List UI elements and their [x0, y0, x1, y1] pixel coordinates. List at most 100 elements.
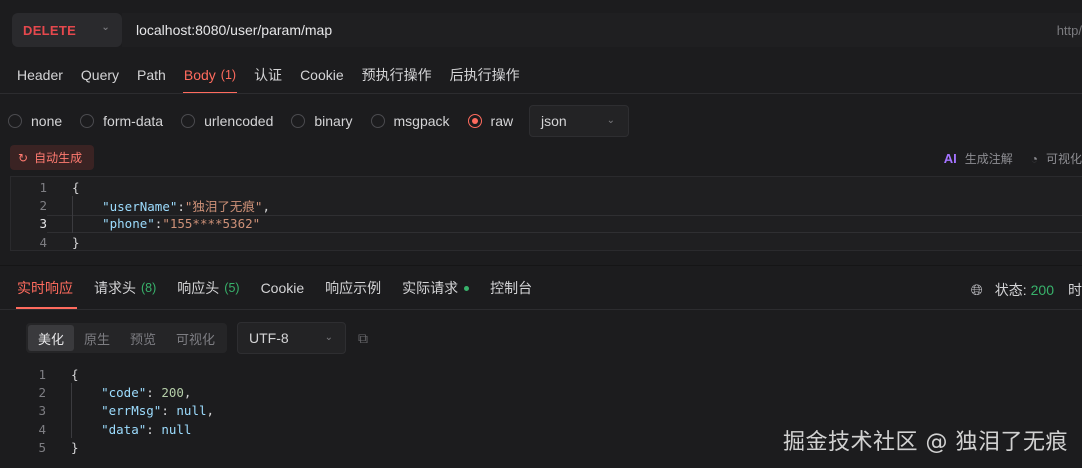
code-line: 1{ [10, 365, 1082, 383]
code-line: 2 "code": 200, [10, 383, 1082, 401]
copy-icon[interactable]: ⧉ [358, 330, 368, 347]
req-tab[interactable]: Query [72, 56, 128, 94]
watermark: 掘金技术社区 @ 独泪了无痕 [783, 430, 1068, 455]
code-token: : [146, 384, 162, 400]
code-token: "code" [101, 384, 147, 400]
code-token: null [161, 421, 192, 437]
line-number: 2 [39, 197, 47, 213]
format-select[interactable]: json ⌄ [529, 105, 629, 137]
radio-raw[interactable]: raw [467, 113, 513, 129]
code-token: 200 [161, 384, 184, 400]
radio-circle-icon [467, 114, 482, 128]
visualize-icon: ◔ [1030, 151, 1038, 166]
tab-count: (8) [141, 281, 157, 295]
tab-count: (1) [220, 68, 237, 82]
req-tab[interactable]: Cookie [291, 56, 353, 94]
status-trailing: 时 [1068, 282, 1082, 298]
line-number: 1 [38, 366, 46, 382]
resp-tab[interactable]: 实际请求 [393, 267, 481, 309]
radio-label: form-data [103, 113, 164, 129]
code-line: 1{ [11, 178, 1082, 196]
resp-tab[interactable]: 实时响应 [8, 267, 85, 309]
globe-icon[interactable]: 🌐︎ [971, 282, 983, 299]
req-tab[interactable]: 预执行操作 [353, 56, 441, 94]
tab-label: 请求头 [94, 280, 136, 296]
tab-label: Cookie [260, 280, 305, 296]
view-mode-option[interactable]: 可视化 [166, 325, 225, 351]
code-token: { [72, 179, 80, 195]
resp-tab[interactable]: 响应示例 [316, 267, 393, 309]
auto-generate-label: 自动生成 [34, 151, 83, 165]
code-content: "errMsg": null, [71, 403, 214, 418]
tab-label: 后执行操作 [449, 67, 520, 83]
req-tab[interactable]: Body (1) [175, 56, 245, 94]
resp-tab[interactable]: 请求头 (8) [85, 267, 168, 309]
refresh-icon: ↻ [18, 150, 29, 165]
url-right-text: http/ [1056, 22, 1082, 38]
generate-comments-button[interactable]: 生成注解 [965, 150, 1013, 167]
code-token: , [183, 384, 192, 400]
tab-label: Path [137, 67, 166, 83]
radio-circle-icon [80, 114, 95, 128]
divider [0, 93, 1082, 94]
tab-label: Query [80, 67, 120, 83]
resp-tab[interactable]: 响应头 (5) [168, 267, 251, 309]
url-input[interactable]: localhost:8080/user/param/map http/ [122, 13, 1082, 47]
req-tab[interactable]: 认证 [245, 56, 291, 94]
code-token: } [71, 439, 79, 455]
chevron-down-icon: ⌄ [101, 22, 110, 33]
request-tabs: Header Query Path Body (1) 认证 Cookie 预执行操作 后执行操作 [8, 56, 529, 94]
response-tabs: 实时响应 请求头 (8) 响应头 (5) Cookie 响应示例 实际请求 控制台 [8, 267, 544, 309]
view-mode-option[interactable]: 美化 [28, 325, 75, 351]
code-content: } [72, 235, 80, 250]
encoding-select[interactable]: UTF-8 ⌄ [237, 322, 346, 354]
radio-label: msgpack [393, 113, 450, 129]
code-content: } [71, 440, 79, 455]
radio-urlencoded[interactable]: urlencoded [181, 113, 273, 129]
tab-label: 控制台 [490, 280, 533, 296]
code-line: 2 "userName":"独泪了无痕", [11, 196, 1082, 214]
view-mode-option[interactable]: 预览 [120, 325, 166, 351]
resp-tab[interactable]: Cookie [252, 267, 317, 309]
req-tab[interactable]: 后执行操作 [441, 56, 529, 94]
req-tab[interactable]: Header [8, 56, 72, 94]
visualize-button[interactable]: 可视化 [1046, 150, 1082, 167]
tab-label: Body [183, 67, 216, 83]
method-select[interactable]: DELETE ⌄ [12, 13, 122, 47]
ai-icon: AI [943, 151, 957, 166]
radio-binary[interactable]: binary [291, 113, 353, 129]
auto-generate-button[interactable]: ↻ 自动生成 [10, 145, 94, 170]
url-bar: DELETE ⌄ localhost:8080/user/param/map h… [0, 0, 1082, 56]
line-number: 2 [38, 384, 46, 400]
code-token: "userName" [102, 198, 178, 214]
current-line-highlight [47, 214, 1082, 233]
radio-label: none [31, 113, 63, 129]
tab-label: 预执行操作 [361, 67, 432, 83]
url-text: localhost:8080/user/param/map [136, 22, 333, 38]
req-tab[interactable]: Path [128, 56, 175, 94]
code-token: : [146, 421, 162, 437]
chevron-down-icon: ⌄ [324, 332, 333, 343]
code-token: "errMsg" [101, 403, 162, 419]
code-token: , [262, 198, 270, 214]
code-token: , [206, 403, 215, 419]
radio-form-data[interactable]: form-data [80, 113, 163, 129]
radio-msgpack[interactable]: msgpack [370, 113, 450, 129]
code-line: 4} [11, 233, 1082, 251]
status-label: 状态: [994, 282, 1027, 298]
view-mode-option[interactable]: 原生 [74, 325, 120, 351]
resp-tab[interactable]: 控制台 [481, 267, 544, 309]
tab-label: Cookie [300, 67, 344, 83]
request-body-editor[interactable]: 1{2 "userName":"独泪了无痕", 3 "phone":"155***… [10, 176, 1082, 251]
code-content: "data": null [71, 422, 191, 437]
code-content: "code": 200, [71, 385, 191, 400]
view-mode-toggle: 美化 原生 预览 可视化 [26, 323, 228, 353]
format-value: json [541, 113, 567, 129]
code-token: "独泪了无痕" [184, 198, 263, 214]
tab-label: 响应示例 [325, 280, 382, 296]
line-number: 4 [38, 421, 46, 437]
radio-none[interactable]: none [8, 113, 62, 129]
response-status: 🌐︎ 状态: 200 时 [971, 280, 1082, 300]
